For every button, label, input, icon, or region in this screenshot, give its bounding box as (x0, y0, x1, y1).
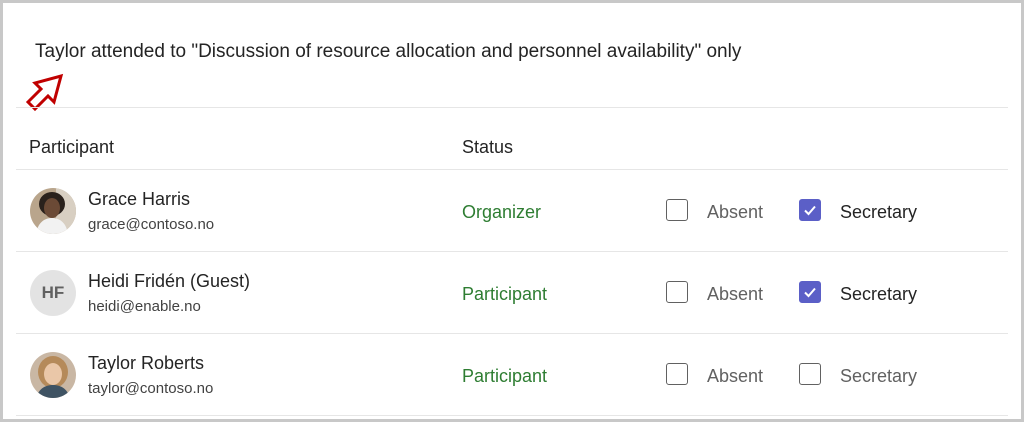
checkmark-icon (804, 205, 816, 216)
absent-label: Absent (707, 366, 764, 386)
avatar: HF (30, 270, 76, 316)
screenshot-frame: Taylor attended to "Discussion of resour… (0, 0, 1024, 422)
annotation-text: Taylor attended to "Discussion of resour… (35, 41, 742, 62)
participant-row: Taylor Roberts taylor@contoso.no Partici… (16, 334, 1008, 416)
secretary-label: Secretary (840, 366, 918, 386)
participant-email: grace@contoso.no (88, 216, 215, 233)
secretary-checkbox[interactable] (799, 363, 821, 385)
participant-status: Participant (462, 284, 548, 304)
participant-row: HF Heidi Fridén (Guest) heidi@enable.no … (16, 252, 1008, 334)
secretary-label: Secretary (840, 202, 918, 222)
participant-name: Grace Harris (88, 189, 191, 209)
secretary-label: Secretary (840, 284, 918, 304)
avatar (30, 188, 76, 234)
avatar-photo-icon (30, 352, 76, 398)
divider (16, 107, 1008, 108)
participant-row: Grace Harris grace@contoso.no Organizer … (16, 170, 1008, 252)
column-header-participant: Participant (29, 137, 115, 157)
absent-label: Absent (707, 284, 764, 304)
participant-name: Heidi Fridén (Guest) (88, 271, 251, 291)
column-header-status: Status (462, 137, 514, 157)
secretary-checkbox[interactable] (799, 281, 821, 303)
participant-name: Taylor Roberts (88, 353, 205, 373)
participant-email: heidi@enable.no (88, 298, 201, 315)
checkmark-icon (804, 287, 816, 298)
participant-email: taylor@contoso.no (88, 380, 214, 397)
participant-status: Organizer (462, 202, 542, 222)
secretary-checkbox[interactable] (799, 199, 821, 221)
avatar-photo-icon (30, 188, 76, 234)
absent-checkbox[interactable] (666, 199, 688, 221)
avatar (30, 352, 76, 398)
participant-status: Participant (462, 366, 548, 386)
absent-checkbox[interactable] (666, 281, 688, 303)
absent-label: Absent (707, 202, 764, 222)
absent-checkbox[interactable] (666, 363, 688, 385)
